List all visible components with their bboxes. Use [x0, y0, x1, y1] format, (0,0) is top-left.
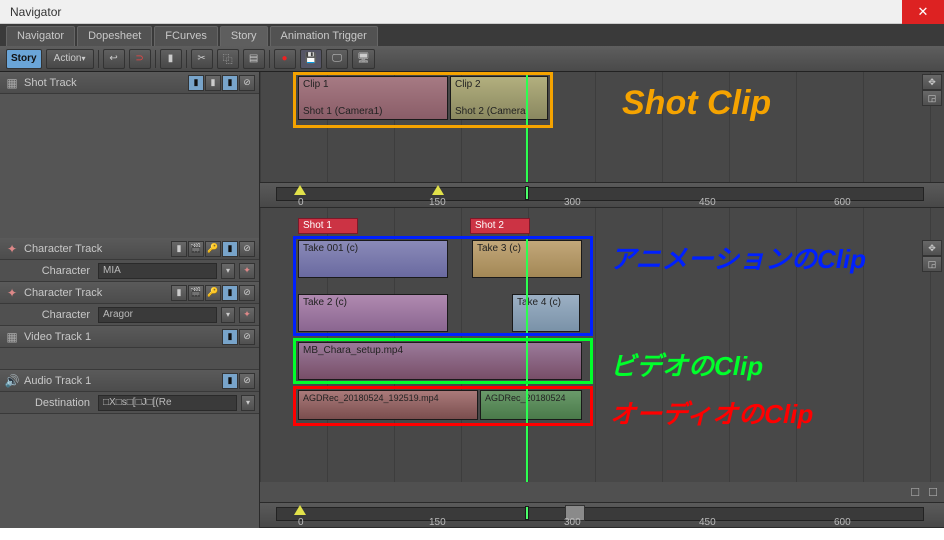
person-icon: ✦	[4, 241, 20, 257]
window-titlebar: Navigator ✕	[0, 0, 944, 24]
ruler-end-handle[interactable]	[432, 185, 444, 195]
shot-tab-2[interactable]: Shot 2	[470, 218, 530, 234]
shot-track-label: Shot Track	[24, 77, 184, 89]
film-strip-icon: ▦	[4, 329, 20, 345]
char2-btn-k[interactable]: 🔑	[205, 285, 221, 301]
playhead-line[interactable]	[526, 72, 528, 182]
char1-btn-c[interactable]: 🎬	[188, 241, 204, 257]
window-close-button[interactable]: ✕	[902, 0, 944, 24]
cut-icon[interactable]: ✂	[191, 49, 213, 69]
checkbox-2[interactable]: ☐	[928, 486, 938, 499]
tab-fcurves[interactable]: FCurves	[154, 26, 218, 46]
monitor-icon[interactable]: 🖵	[326, 49, 348, 69]
track-btn-d[interactable]: ⊘	[239, 75, 255, 91]
video-track-header[interactable]: ▦ Video Track 1 ▮ ⊘	[0, 326, 259, 348]
arrow-left-icon[interactable]: ↩	[103, 49, 125, 69]
toolbar: Story Action ▾ ↩ ⊃ ▮ ✂ ⿻ ▤ ● 💾 🖵 🖥	[0, 46, 944, 72]
zoom-icon-lower[interactable]: ◲	[922, 256, 942, 272]
checkbox-1[interactable]: ☐	[910, 486, 920, 499]
checkbox-row: ☐ ☐	[260, 482, 944, 502]
char2-clip-1[interactable]: Take 2 (c)	[298, 294, 448, 332]
ruler2-playhead[interactable]	[525, 506, 529, 520]
char1-character-row: Character MIA ▾ ✦	[0, 260, 259, 282]
char1-btn-m[interactable]: ▮	[222, 241, 238, 257]
track-btn-c[interactable]: ▮	[222, 75, 238, 91]
tab-bar: Navigator Dopesheet FCurves Story Animat…	[0, 24, 944, 46]
char1-btn-k[interactable]: 🔑	[205, 241, 221, 257]
char-track-1-header[interactable]: ✦ Character Track ▮ 🎬 🔑 ▮ ⊘	[0, 238, 259, 260]
fit-icon[interactable]: ✥	[922, 74, 942, 90]
char2-btn-g[interactable]: ▮	[171, 285, 187, 301]
tab-story[interactable]: Story	[220, 26, 268, 46]
track-btn-b[interactable]: ▮	[205, 75, 221, 91]
story-mode-button[interactable]: Story	[6, 49, 42, 69]
window-title: Navigator	[10, 5, 61, 19]
aud-btn-d[interactable]: ⊘	[239, 373, 255, 389]
paste-icon[interactable]: ▤	[243, 49, 265, 69]
save-icon[interactable]: 💾	[300, 49, 322, 69]
copy-icon[interactable]: ⿻	[217, 49, 239, 69]
char1-character-field[interactable]: MIA	[98, 263, 217, 279]
ruler2-start-handle[interactable]	[294, 505, 306, 515]
char2-character-field[interactable]: Aragor	[98, 307, 217, 323]
char1-dd[interactable]: ▾	[221, 263, 235, 279]
shot-tab-1[interactable]: Shot 1	[298, 218, 358, 234]
shot-track-header[interactable]: ▦ Shot Track ▮ ▮ ▮ ⊘	[0, 72, 259, 94]
char2-pose-icon[interactable]: ✦	[239, 307, 255, 323]
char2-btn-d[interactable]: ⊘	[239, 285, 255, 301]
char2-btn-m[interactable]: ▮	[222, 285, 238, 301]
char2-character-row: Character Aragor ▾ ✦	[0, 304, 259, 326]
magnet-icon[interactable]: ⊃	[129, 49, 151, 69]
record-icon[interactable]: ●	[274, 49, 296, 69]
action-mode-button[interactable]: Action ▾	[46, 49, 94, 69]
audio-track-header[interactable]: 🔊 Audio Track 1 ▮ ⊘	[0, 370, 259, 392]
char1-clip-1[interactable]: Take 001 (c)	[298, 240, 448, 278]
aud-btn-m[interactable]: ▮	[222, 373, 238, 389]
tab-navigator[interactable]: Navigator	[6, 26, 75, 46]
film-icon: ▦	[4, 75, 20, 91]
audio-clip-2[interactable]: AGDRec_20180524	[480, 390, 582, 420]
audio-destination-row: Destination □X□s□[□J□[(Re ▾	[0, 392, 259, 414]
shot-clip-2[interactable]: Clip 2 Shot 2 (Camera	[450, 76, 548, 120]
zoom-icon[interactable]: ◲	[922, 90, 942, 106]
char2-dd[interactable]: ▾	[221, 307, 235, 323]
video-clip-1[interactable]: MB_Chara_setup.mp4	[298, 342, 582, 380]
char1-pose-icon[interactable]: ✦	[239, 263, 255, 279]
tab-animation-trigger[interactable]: Animation Trigger	[270, 26, 378, 46]
shot-clip-1[interactable]: Clip 1 Shot 1 (Camera1)	[298, 76, 448, 120]
track-btn-a[interactable]: ▮	[188, 75, 204, 91]
aud-dd[interactable]: ▾	[241, 395, 255, 411]
scroll-buttons-lower: ✥ ◲	[922, 240, 938, 272]
ruler-playhead[interactable]	[525, 186, 529, 200]
fit-icon-lower[interactable]: ✥	[922, 240, 942, 256]
clapper-icon[interactable]: ▮	[160, 49, 182, 69]
audio-destination-field[interactable]: □X□s□[□J□[(Re	[98, 395, 237, 411]
char2-btn-c[interactable]: 🎬	[188, 285, 204, 301]
char1-btn-g[interactable]: ▮	[171, 241, 187, 257]
ruler-start-handle[interactable]	[294, 185, 306, 195]
scroll-buttons: ✥ ◲	[922, 74, 938, 106]
vid-btn-m[interactable]: ▮	[222, 329, 238, 345]
speaker-icon: 🔊	[4, 373, 20, 389]
char-track-2-header[interactable]: ✦ Character Track ▮ 🎬 🔑 ▮ ⊘	[0, 282, 259, 304]
char2-clip-2[interactable]: Take 4 (c)	[512, 294, 580, 332]
person-icon: ✦	[4, 285, 20, 301]
vid-btn-d[interactable]: ⊘	[239, 329, 255, 345]
tab-dopesheet[interactable]: Dopesheet	[77, 26, 152, 46]
char1-btn-d[interactable]: ⊘	[239, 241, 255, 257]
audio-clip-1[interactable]: AGDRec_20180524_192519.mp4	[298, 390, 478, 420]
ruler-top[interactable]: 0 150 300 450 600	[260, 182, 944, 208]
display-icon[interactable]: 🖥	[352, 49, 375, 69]
playhead-line-lower[interactable]	[526, 238, 528, 482]
ruler-bottom[interactable]: 0 150 300 450 600	[260, 502, 944, 528]
